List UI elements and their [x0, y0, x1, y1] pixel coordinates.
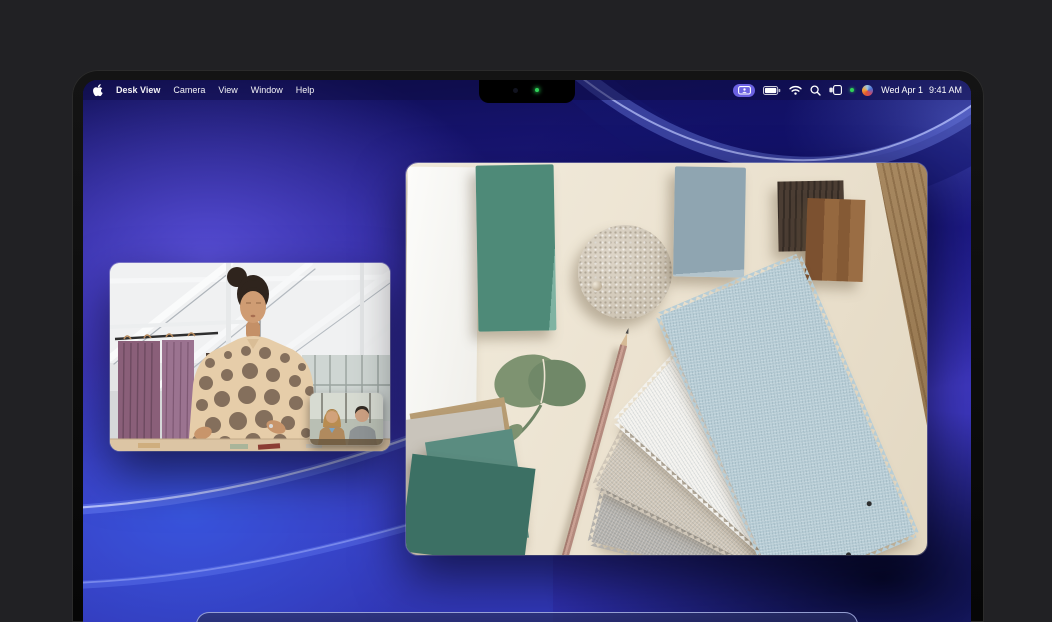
date-label: Wed Apr 1 — [881, 85, 923, 95]
teal-tile — [476, 164, 557, 331]
menu-view[interactable]: View — [218, 85, 237, 95]
pinked-edge — [614, 348, 681, 421]
blue-gray-tile — [673, 166, 746, 277]
wifi-icon[interactable] — [789, 85, 802, 95]
bottom-peeking-window[interactable] — [196, 612, 858, 622]
green-status-dot — [850, 88, 854, 92]
menu-app-title[interactable]: Desk View — [116, 85, 160, 95]
felt-disc — [578, 225, 672, 319]
camera-indicator-light — [535, 88, 539, 92]
menu-bar-left: Desk View Camera View Window Help — [92, 84, 314, 97]
pinked-edge — [798, 256, 919, 534]
walnut-wood-sample — [805, 198, 866, 282]
felt-disc-hole — [592, 281, 602, 291]
camera-lens-icon — [513, 88, 518, 93]
menu-window[interactable]: Window — [251, 85, 283, 95]
spotlight-search-icon[interactable] — [810, 85, 821, 96]
display-person-glyph — [738, 86, 751, 95]
time-label: 9:41 AM — [929, 85, 962, 95]
screen-sharing-indicator-icon[interactable] — [733, 84, 755, 97]
battery-icon[interactable] — [763, 86, 781, 95]
menu-bar-status: Wed Apr 1 9:41 AM — [733, 84, 962, 97]
desk-view-window[interactable] — [406, 163, 927, 555]
menu-camera[interactable]: Camera — [173, 85, 205, 95]
user-avatar-icon[interactable] — [862, 85, 873, 96]
display-notch — [479, 80, 575, 103]
pencil-graphite — [625, 328, 629, 335]
teal-square-dark — [406, 454, 536, 555]
facetime-preview-window[interactable] — [110, 263, 390, 451]
snap-hole — [866, 500, 873, 507]
facetime-pip[interactable] — [310, 393, 383, 445]
macbook-body: Desk View Camera View Window Help — [72, 70, 984, 622]
apple-icon[interactable] — [92, 84, 103, 97]
pip-scene — [310, 393, 383, 445]
snap-hole — [845, 552, 852, 555]
menu-help[interactable]: Help — [296, 85, 315, 95]
screenshot-stage: Desk View Camera View Window Help — [0, 0, 1052, 622]
macbook-screen: Desk View Camera View Window Help — [83, 80, 971, 622]
menu-extra-icon[interactable] — [829, 85, 842, 95]
menu-bar-clock[interactable]: Wed Apr 1 9:41 AM — [881, 85, 962, 95]
